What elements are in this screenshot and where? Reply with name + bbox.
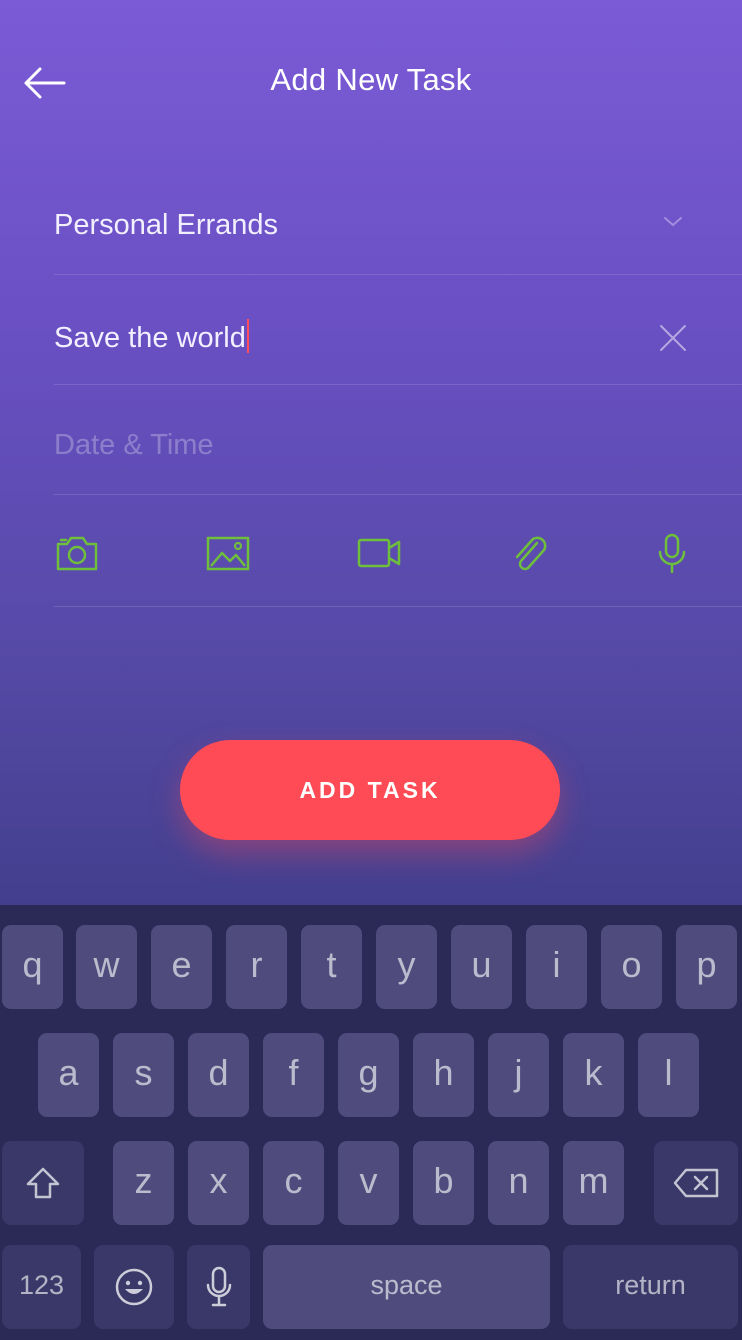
key-t[interactable]: t — [301, 925, 362, 1009]
key-q[interactable]: q — [2, 925, 63, 1009]
key-c[interactable]: c — [263, 1141, 324, 1225]
key-n[interactable]: n — [488, 1141, 549, 1225]
backspace-key[interactable] — [654, 1141, 738, 1225]
dictation-key[interactable] — [187, 1245, 250, 1329]
category-select[interactable]: Personal Errands — [54, 165, 742, 275]
video-icon — [357, 538, 401, 568]
close-icon[interactable] — [658, 323, 688, 353]
key-d[interactable]: d — [188, 1033, 249, 1117]
shift-key[interactable] — [2, 1141, 84, 1225]
on-screen-keyboard: q w e r t y u i o p a s d f g h j k l z … — [0, 905, 742, 1340]
key-e[interactable]: e — [151, 925, 212, 1009]
key-x[interactable]: x — [188, 1141, 249, 1225]
key-a[interactable]: a — [38, 1033, 99, 1117]
numbers-key[interactable]: 123 — [2, 1245, 81, 1329]
microphone-icon — [206, 1267, 231, 1307]
text-caret — [246, 319, 249, 353]
task-name-text-wrap: Save the world — [54, 319, 249, 355]
emoji-key[interactable] — [94, 1245, 174, 1329]
key-g[interactable]: g — [338, 1033, 399, 1117]
paperclip-icon — [515, 536, 547, 571]
camera-button[interactable] — [54, 533, 100, 573]
chevron-down-icon[interactable] — [662, 215, 684, 229]
task-name-input[interactable]: Save the world — [54, 322, 246, 354]
attachment-bar — [54, 495, 742, 607]
key-p[interactable]: p — [676, 925, 737, 1009]
voice-note-button[interactable] — [649, 533, 695, 574]
app-screen: Add New Task Personal Errands Save the w… — [0, 0, 742, 905]
category-value: Personal Errands — [54, 209, 279, 241]
key-s[interactable]: s — [113, 1033, 174, 1117]
key-r[interactable]: r — [226, 925, 287, 1009]
key-b[interactable]: b — [413, 1141, 474, 1225]
return-key[interactable]: return — [563, 1245, 738, 1329]
key-f[interactable]: f — [263, 1033, 324, 1117]
attach-file-button[interactable] — [507, 533, 553, 573]
image-icon — [206, 536, 250, 571]
page-title: Add New Task — [270, 62, 472, 97]
microphone-icon — [658, 533, 686, 574]
space-key[interactable]: space — [263, 1245, 550, 1329]
key-u[interactable]: u — [451, 925, 512, 1009]
key-z[interactable]: z — [113, 1141, 174, 1225]
top-bar: Add New Task — [0, 0, 742, 165]
date-time-field[interactable]: Date & Time — [54, 385, 742, 495]
key-o[interactable]: o — [601, 925, 662, 1009]
task-name-field[interactable]: Save the world — [54, 275, 742, 385]
shift-icon — [26, 1168, 60, 1199]
date-time-placeholder: Date & Time — [54, 429, 214, 461]
key-k[interactable]: k — [563, 1033, 624, 1117]
image-button[interactable] — [205, 533, 251, 573]
key-h[interactable]: h — [413, 1033, 474, 1117]
key-i[interactable]: i — [526, 925, 587, 1009]
video-button[interactable] — [356, 533, 402, 573]
key-l[interactable]: l — [638, 1033, 699, 1117]
camera-icon — [56, 536, 98, 571]
add-task-button[interactable]: ADD TASK — [180, 740, 560, 840]
key-w[interactable]: w — [76, 925, 137, 1009]
key-j[interactable]: j — [488, 1033, 549, 1117]
key-v[interactable]: v — [338, 1141, 399, 1225]
backspace-icon — [673, 1169, 719, 1198]
key-m[interactable]: m — [563, 1141, 624, 1225]
emoji-icon — [115, 1269, 153, 1306]
key-y[interactable]: y — [376, 925, 437, 1009]
